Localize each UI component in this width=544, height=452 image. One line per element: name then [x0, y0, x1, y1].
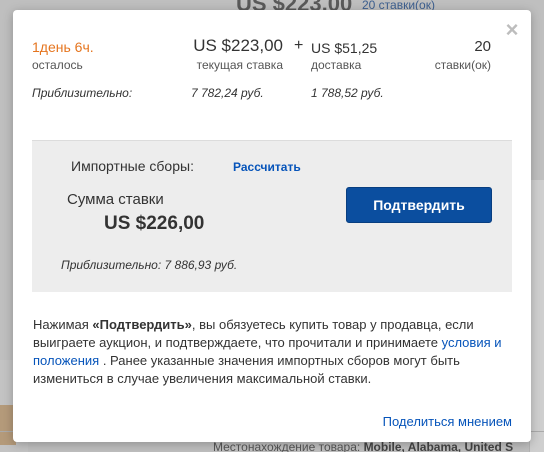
bid-count-label: ставки(ок)	[434, 58, 491, 72]
plus-sign: +	[294, 37, 304, 54]
time-left-label: осталось	[32, 58, 83, 72]
current-bid-label: текущая ставка	[196, 58, 283, 72]
approx-shipping-value: 1 788,52 руб.	[311, 86, 384, 100]
feedback-link[interactable]: Поделиться мнением	[383, 414, 512, 429]
approx-bid-value: 7 782,24 руб.	[191, 86, 264, 100]
time-left-value: 1день 6ч.	[32, 39, 94, 55]
bid-confirm-dialog: × 1день 6ч. осталось US $223,00 текущая …	[13, 10, 531, 442]
bid-summary-panel: Импортные сборы: Рассчитать Сумма ставки…	[32, 140, 512, 292]
background-right-panel	[529, 180, 544, 452]
bid-sum-value: US $226,00	[104, 213, 205, 234]
import-fees-label: Импортные сборы:	[71, 158, 194, 174]
terms-text-1: Нажимая	[33, 317, 93, 332]
confirm-bid-button[interactable]: Подтвердить	[346, 187, 492, 223]
bid-count-value: 20	[474, 38, 491, 55]
calculate-import-link[interactable]: Рассчитать	[233, 160, 301, 174]
shipping-label: доставка	[311, 58, 362, 72]
sum-approx-text: Приблизительно: 7 886,93 руб.	[61, 258, 238, 272]
close-icon[interactable]: ×	[504, 19, 520, 41]
bid-sum-label: Сумма ставки	[67, 191, 164, 208]
current-bid-value: US $223,00	[193, 36, 283, 55]
shipping-value: US $51,25	[311, 40, 378, 56]
terms-bold: «Подтвердить»	[92, 317, 192, 332]
terms-notice: Нажимая «Подтвердить», вы обязуетесь куп…	[33, 316, 517, 388]
approx-label: Приблизительно:	[32, 86, 133, 100]
